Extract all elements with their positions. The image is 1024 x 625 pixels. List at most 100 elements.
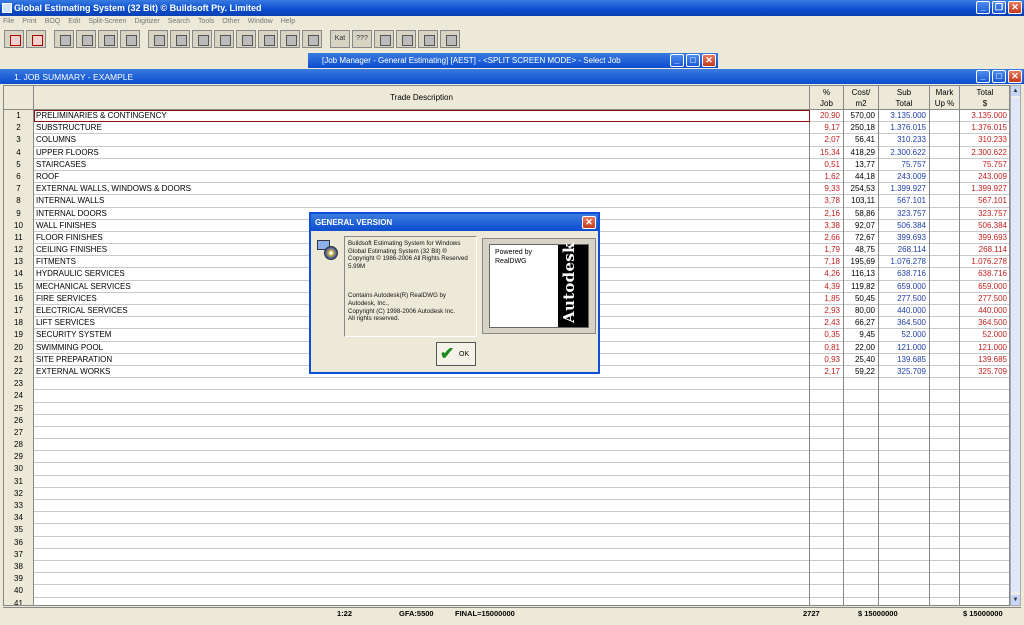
markup-cell[interactable] [930,158,960,171]
total-cell[interactable]: 121.000 [960,342,1009,354]
total-cell[interactable]: 75.757 [960,159,1009,171]
row-number[interactable]: 36 [4,536,34,549]
pct-job-cell[interactable]: 1,62 [810,170,844,184]
empty-cell[interactable] [960,463,1009,475]
pct-job-cell[interactable]: 2,43 [810,317,844,330]
total-cell[interactable]: 268.114 [960,244,1009,256]
table-row[interactable]: 5 STAIRCASES 0,51 13,77 75.757 75.757 [4,158,1009,171]
empty-cell[interactable] [960,500,1009,512]
table-row[interactable]: 30 [4,463,1009,476]
restore-button[interactable]: ❐ [992,1,1006,14]
summary-maximize-button[interactable]: □ [992,70,1006,83]
menu-window[interactable]: Window [248,16,273,27]
sub-total-cell[interactable]: 277.500 [879,292,930,305]
table-row[interactable]: 38 [4,560,1009,574]
menu-other[interactable]: Other [222,16,240,27]
empty-cell[interactable] [810,475,844,488]
sub-total-cell[interactable]: 506.384 [879,219,930,232]
pct-job-cell[interactable]: 2,66 [810,231,844,245]
row-number[interactable]: 24 [4,390,34,403]
pct-job-cell[interactable]: 15,34 [810,146,844,159]
markup-cell[interactable] [930,146,960,159]
document-icon[interactable] [170,30,190,48]
table-icon[interactable] [236,30,256,48]
empty-cell[interactable] [34,560,810,574]
table-row[interactable]: 39 [4,573,1009,586]
pct-job-cell[interactable]: 0,51 [810,158,844,171]
menu-search[interactable]: Search [168,16,190,27]
empty-cell[interactable] [930,426,960,440]
cost-m2-cell[interactable]: 22,00 [844,341,879,354]
empty-cell[interactable] [810,597,844,605]
cost-m2-cell[interactable]: 418,29 [844,146,879,159]
empty-cell[interactable] [879,426,930,440]
markup-cell[interactable] [930,341,960,354]
sub-total-cell[interactable]: 268.114 [879,244,930,257]
table-row[interactable]: 4 UPPER FLOORS 15,34 418,29 2.300.622 2.300.6… [4,146,1009,159]
list-icon[interactable] [214,30,234,48]
row-number[interactable]: 8 [4,195,34,208]
empty-cell[interactable] [34,475,810,488]
row-number[interactable]: 9 [4,207,34,220]
row-number[interactable]: 33 [4,500,34,513]
total-cell[interactable]: 323.757 [960,208,1009,220]
table-row[interactable]: 3 COLUMNS 2,07 56,41 310.233 310.233 [4,134,1009,147]
empty-cell[interactable] [960,524,1009,536]
table-row[interactable]: 32 [4,487,1009,500]
empty-cell[interactable] [844,414,879,427]
table-row[interactable]: 29 [4,451,1009,464]
total-cell[interactable]: 277.500 [960,293,1009,305]
empty-cell[interactable] [930,378,960,391]
total-cell[interactable]: 3.135.000 [960,110,1009,122]
sub-total-cell[interactable]: 364.500 [879,317,930,330]
empty-cell[interactable] [844,500,879,513]
empty-cell[interactable] [34,524,810,537]
empty-cell[interactable] [879,378,930,391]
empty-cell[interactable] [844,390,879,403]
sub-total-cell[interactable]: 567.101 [879,195,930,208]
cost-m2-cell[interactable]: 50,45 [844,292,879,305]
empty-cell[interactable] [879,414,930,427]
truck-icon[interactable] [396,30,416,48]
row-number[interactable]: 29 [4,451,34,464]
row-number[interactable]: 35 [4,524,34,537]
col-cost-m2[interactable]: Cost/m2 [844,86,879,110]
vertical-scrollbar[interactable]: ▲ ▼ [1010,85,1021,606]
empty-cell[interactable] [34,463,810,476]
empty-cell[interactable] [879,402,930,415]
table-row[interactable]: 1 PRELIMINARIES & CONTINGENCY 20,90 570,00 3… [4,110,1009,123]
filter-icon[interactable] [302,30,322,48]
trade-description-cell[interactable]: EXTERNAL WALLS, WINDOWS & DOORS [34,183,810,196]
table-row[interactable]: 37 [4,548,1009,561]
sub-total-cell[interactable]: 139.685 [879,353,930,366]
empty-cell[interactable] [34,414,810,427]
sub-total-cell[interactable]: 1.399.927 [879,183,930,196]
menu-help[interactable]: Help [281,16,295,27]
markup-cell[interactable] [930,207,960,220]
empty-cell[interactable] [810,536,844,549]
open-job-icon[interactable] [4,30,24,48]
sub-total-cell[interactable]: 243.009 [879,170,930,184]
markup-cell[interactable] [930,122,960,135]
cost-m2-cell[interactable]: 44,18 [844,170,879,184]
calculator-icon[interactable] [54,30,74,48]
total-cell[interactable]: 567.101 [960,195,1009,207]
empty-cell[interactable] [879,500,930,513]
empty-cell[interactable] [879,560,930,574]
table-row[interactable]: 36 [4,536,1009,549]
empty-cell[interactable] [960,451,1009,463]
menu-digitizer[interactable]: Digitizer [134,16,159,27]
empty-cell[interactable] [930,512,960,525]
empty-cell[interactable] [960,439,1009,451]
cost-m2-cell[interactable]: 103,11 [844,195,879,208]
empty-cell[interactable] [810,585,844,598]
total-cell[interactable]: 52.000 [960,329,1009,341]
empty-cell[interactable] [930,573,960,586]
menu-tools[interactable]: Tools [198,16,214,27]
report-icon[interactable] [374,30,394,48]
empty-cell[interactable] [34,390,810,403]
table-row[interactable]: 31 [4,475,1009,488]
empty-cell[interactable] [810,512,844,525]
sub-total-cell[interactable]: 2.300.622 [879,146,930,159]
row-number[interactable]: 13 [4,256,34,269]
